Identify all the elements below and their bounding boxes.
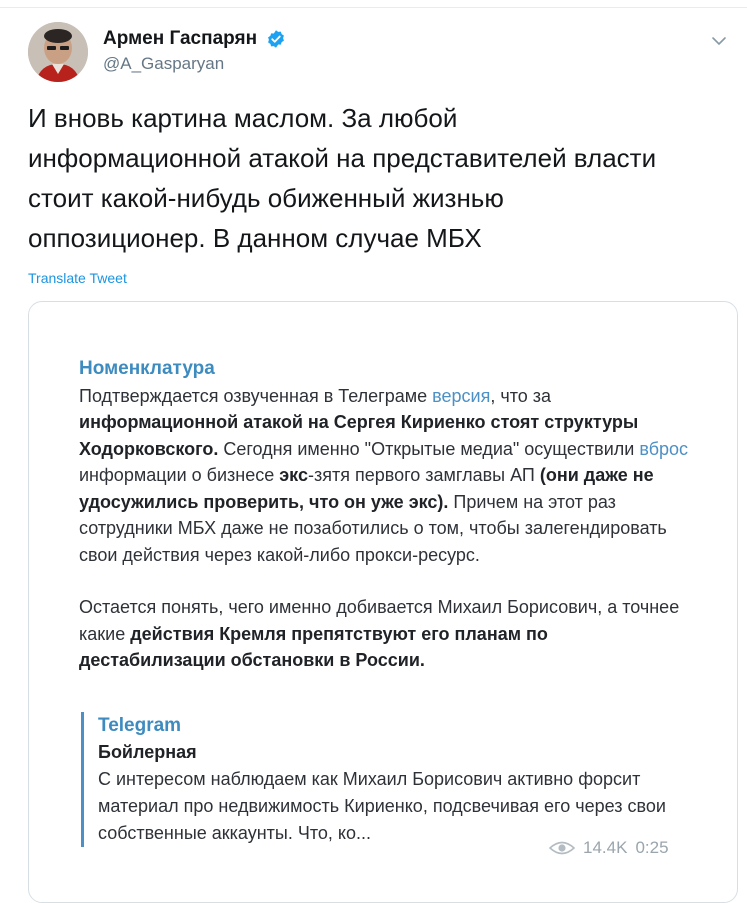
telegram-post: Номенклатура Подтверждается озвученная в… xyxy=(79,356,699,674)
channel-name[interactable]: Номенклатура xyxy=(79,356,699,383)
tweet-text: И вновь картина маслом. За любой информа… xyxy=(28,98,728,258)
eye-icon xyxy=(549,841,575,855)
post-meta: 14.4K 0:25 xyxy=(549,838,669,858)
tweet-text-line: стоит какой-нибудь обиженный жизнью xyxy=(28,183,504,213)
quote-text: С интересом наблюдаем как Михаил Борисов… xyxy=(98,769,666,843)
embedded-screenshot-card[interactable]: Номенклатура Подтверждается озвученная в… xyxy=(28,301,738,903)
verified-badge-icon xyxy=(267,30,284,48)
author-handle[interactable]: @A_Gasparyan xyxy=(103,54,286,74)
version-link[interactable]: версия xyxy=(432,386,490,406)
post-paragraph-2: Остается понять, чего именно добивается … xyxy=(79,594,699,674)
forwarded-quote[interactable]: Telegram Бойлерная С интересом наблюдаем… xyxy=(81,712,698,847)
post-text: Сегодня именно "Открытые медиа" осуществ… xyxy=(218,438,640,459)
leak-link[interactable]: вброс xyxy=(639,439,688,459)
avatar[interactable] xyxy=(28,22,88,82)
tweet-text-line: И вновь картина маслом. За любой xyxy=(28,103,458,133)
view-count: 14.4K xyxy=(583,838,628,857)
translate-tweet-link[interactable]: Translate Tweet xyxy=(28,270,127,286)
post-text: Подтверждается озвученная в Телеграме xyxy=(79,385,433,406)
post-text: -зятя первого замглавы АП xyxy=(307,465,540,485)
post-bold-text: действия Кремля препятствуют его планам … xyxy=(79,623,548,671)
post-paragraph-1: Подтверждается озвученная в Телеграме ве… xyxy=(79,383,699,569)
top-divider xyxy=(0,7,747,8)
quote-source: Telegram xyxy=(98,715,182,736)
post-bold-text: экс xyxy=(279,465,308,485)
author-display-name[interactable]: Армен Гаспарян xyxy=(103,28,257,50)
tweet-text-line: информационной атакой на представителей … xyxy=(28,143,657,173)
post-text: информации о бизнесе xyxy=(79,465,280,485)
tweet-header: Армен Гаспарян @A_Gasparyan xyxy=(28,22,728,82)
post-time: 0:25 xyxy=(635,838,669,857)
quote-title: Бойлерная xyxy=(98,742,197,762)
tweet-text-line: оппозиционер. В данном случае МБХ xyxy=(28,223,482,253)
post-text: , что за xyxy=(490,385,552,406)
chevron-down-icon[interactable] xyxy=(710,32,728,50)
